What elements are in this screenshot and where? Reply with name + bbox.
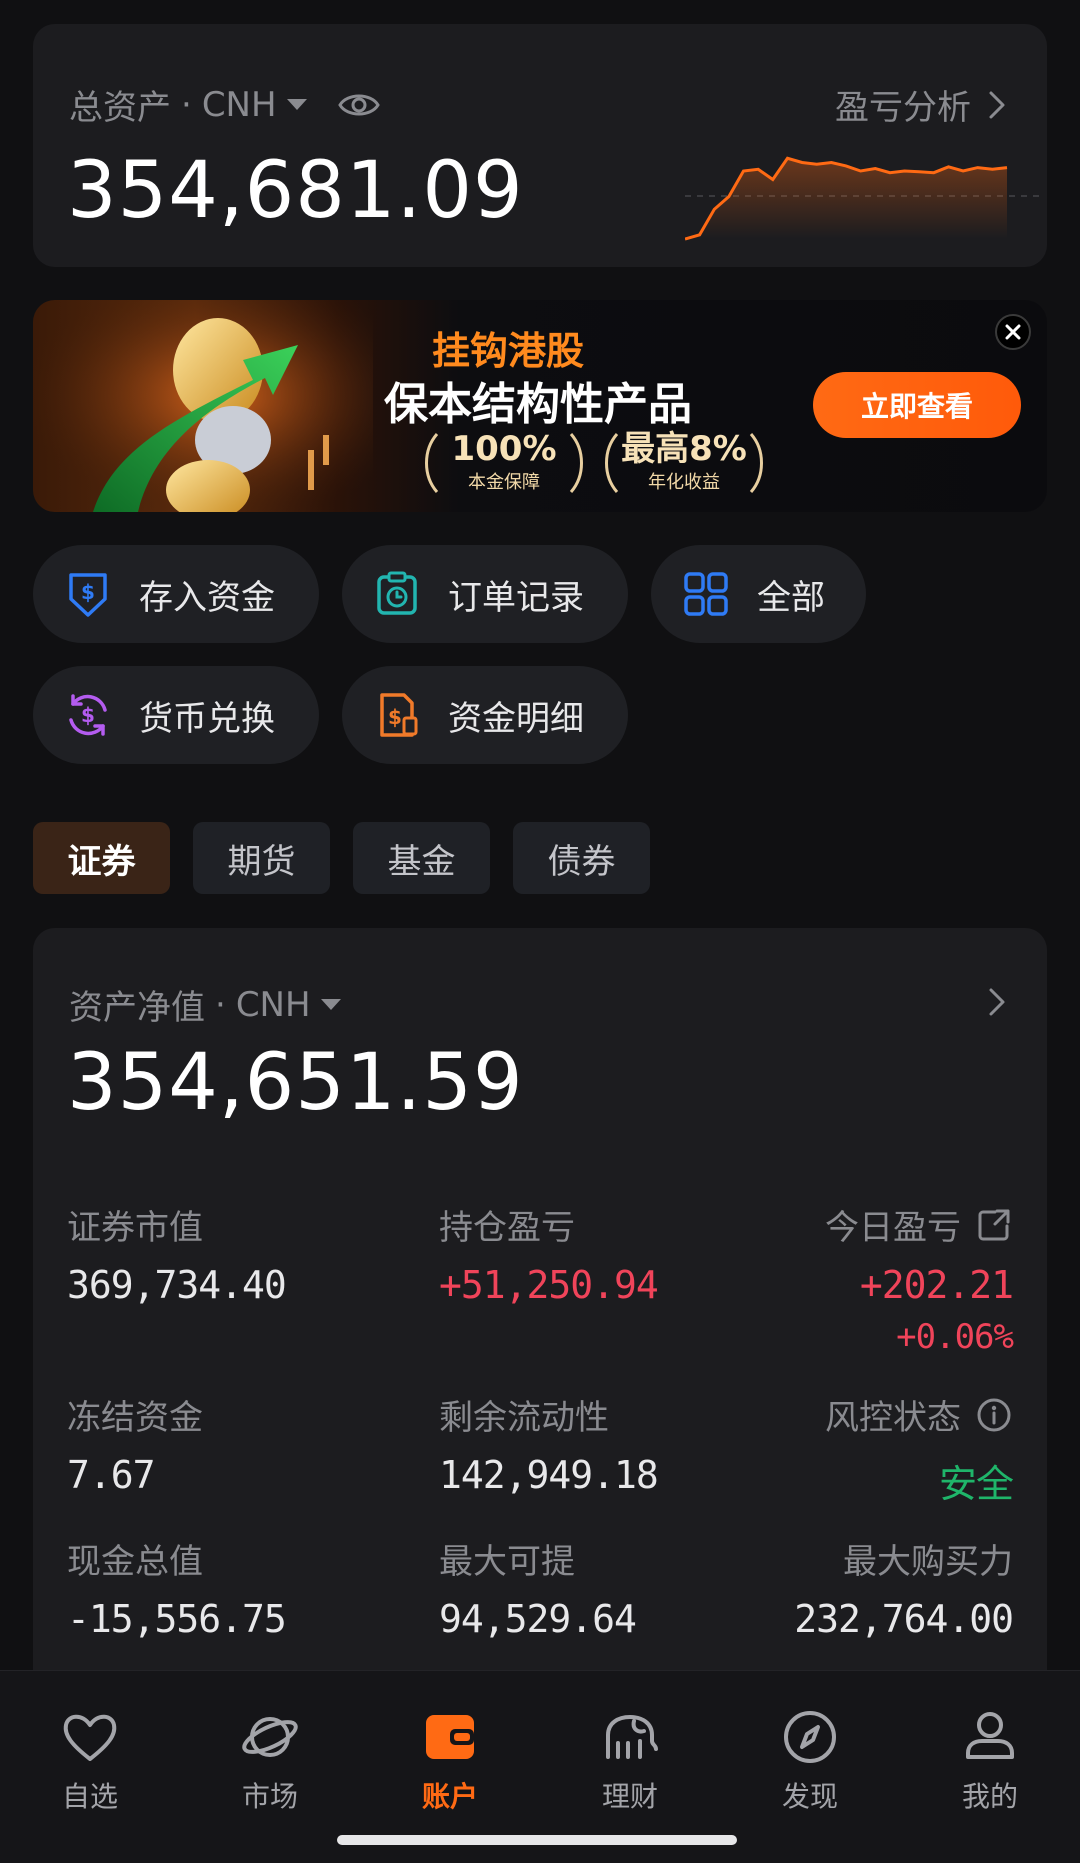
caret-down-icon[interactable]	[286, 99, 307, 110]
total-asset-card: 总资产 · CNH 354,681.09 盈亏分析	[33, 24, 1047, 267]
tab-futures[interactable]: 期货	[193, 822, 330, 894]
info-icon[interactable]	[975, 1396, 1013, 1434]
chevron-right-icon[interactable]	[985, 984, 1009, 1020]
max-buying-power: 最大购买力 232,764.00	[794, 1542, 1014, 1641]
eye-icon[interactable]	[337, 83, 381, 127]
elephant-icon	[606, 1714, 658, 1759]
svg-text:$: $	[81, 703, 95, 727]
home-indicator	[337, 1835, 737, 1845]
pl-analysis-label: 盈亏分析	[835, 88, 971, 128]
laurel-left-icon	[605, 433, 619, 493]
deposit-icon: $	[69, 573, 107, 617]
securities-market-value: 证券市值 369,734.40	[67, 1208, 287, 1307]
position-pl: 持仓盈亏 +51,250.94	[439, 1208, 659, 1307]
nav-me[interactable]: 我的	[930, 1705, 1050, 1815]
order-record-icon	[377, 571, 417, 615]
deposit-funds-button[interactable]: $ 存入资金	[33, 545, 319, 643]
net-asset-label: 资产净值	[69, 988, 205, 1028]
planet-icon	[242, 1717, 298, 1757]
heart-icon	[63, 1714, 117, 1761]
nav-market[interactable]: 市场	[210, 1705, 330, 1815]
coin-arrow-illustration	[33, 300, 373, 512]
remaining-liquidity: 剩余流动性 142,949.18	[439, 1398, 659, 1497]
fund-detail-label: 资金明细	[448, 698, 584, 739]
net-asset-label-row[interactable]: 资产净值 · CNH	[69, 980, 341, 1029]
share-icon[interactable]	[975, 1206, 1013, 1244]
person-icon	[966, 1712, 1014, 1759]
order-record-label: 订单记录	[448, 577, 584, 618]
close-icon	[1005, 324, 1021, 340]
banner-title-secondary: 保本结构性产品	[384, 379, 692, 430]
order-record-button[interactable]: 订单记录	[342, 545, 628, 643]
close-banner-button[interactable]	[995, 314, 1031, 350]
promo-banner[interactable]: 挂钩港股 保本结构性产品 100% 本金保障 最高8% 年化收益 立即查看	[33, 300, 1047, 512]
total-cash: 现金总值 -15,556.75	[67, 1542, 287, 1641]
asset-trend-sparkline[interactable]	[685, 134, 1045, 254]
nav-discover[interactable]: 发现	[750, 1705, 870, 1815]
all-functions-label: 全部	[757, 577, 825, 618]
deposit-funds-label: 存入资金	[139, 577, 275, 618]
today-pl: 今日盈亏 +202.21 +0.06%	[825, 1200, 1014, 1357]
nav-account[interactable]: 账户	[390, 1705, 510, 1815]
wallet-icon	[426, 1715, 474, 1759]
all-functions-button[interactable]: 全部	[651, 545, 866, 643]
total-asset-label: 总资产	[69, 88, 171, 128]
svg-text:$: $	[81, 580, 95, 604]
max-withdrawable: 最大可提 94,529.64	[439, 1542, 637, 1641]
laurel-right-icon	[569, 433, 583, 493]
max-yield-badge: 最高8% 年化收益	[599, 430, 769, 496]
currency-exchange-label: 货币兑换	[139, 698, 275, 739]
banner-title-primary: 挂钩港股	[431, 329, 584, 373]
total-asset-label-row[interactable]: 总资产 · CNH	[69, 80, 381, 129]
currency-exchange-button[interactable]: $ 货币兑换	[33, 666, 319, 764]
caret-down-icon[interactable]	[320, 999, 341, 1010]
principal-guarantee-badge: 100% 本金保障	[419, 430, 589, 496]
fund-detail-button[interactable]: $ 资金明细	[342, 666, 628, 764]
risk-status: 风控状态 安全	[825, 1390, 1014, 1508]
fund-detail-icon: $	[380, 693, 418, 737]
tab-bonds[interactable]: 债券	[513, 822, 650, 894]
currency-selector[interactable]: CNH	[202, 85, 277, 125]
chevron-right-icon	[989, 91, 1005, 118]
net-asset-card: 资产净值 · CNH 354,651.59 证券市值 369,734.40 持仓…	[33, 928, 1047, 1688]
nav-watchlist[interactable]: 自选	[30, 1705, 150, 1815]
nav-wealth[interactable]: 理财	[570, 1705, 690, 1815]
tab-securities[interactable]: 证券	[33, 822, 170, 894]
total-asset-value: 354,681.09	[67, 146, 524, 236]
grid-icon	[684, 572, 728, 616]
laurel-left-icon	[425, 433, 439, 493]
svg-text:$: $	[388, 705, 402, 729]
compass-icon	[784, 1711, 836, 1763]
laurel-right-icon	[749, 433, 763, 493]
net-asset-value: 354,651.59	[67, 1038, 524, 1128]
currency-exchange-icon: $	[69, 694, 107, 736]
net-currency-selector[interactable]: CNH	[236, 985, 311, 1025]
view-now-button[interactable]: 立即查看	[813, 372, 1021, 438]
tab-funds[interactable]: 基金	[353, 822, 490, 894]
today-pl-percent: +0.06%	[896, 1317, 1014, 1357]
pl-analysis-link[interactable]: 盈亏分析	[835, 80, 1009, 129]
frozen-funds: 冻结资金 7.67	[67, 1398, 203, 1497]
